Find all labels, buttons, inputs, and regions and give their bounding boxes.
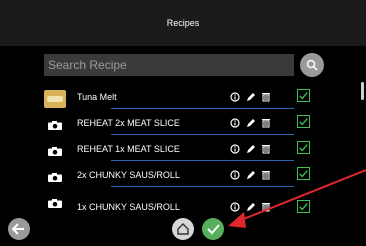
info-icon[interactable] bbox=[230, 118, 240, 128]
title-bar: Recipes bbox=[0, 0, 366, 46]
recipe-name: 2x CHUNKY SAUS/ROLL bbox=[77, 170, 180, 180]
trash-icon[interactable] bbox=[261, 92, 271, 102]
recipe-name: 1x CHUNKY SAUS/ROLL bbox=[77, 202, 180, 212]
camera-icon bbox=[48, 173, 62, 182]
recipe-name: REHEAT 1x MEAT SLICE bbox=[77, 144, 180, 154]
trash-icon[interactable] bbox=[261, 118, 271, 128]
checkbox-icon[interactable] bbox=[297, 141, 310, 154]
recipes-screen: Recipes Search Recipe Tuna Melt REHEAT 2… bbox=[0, 0, 366, 246]
home-button[interactable] bbox=[172, 218, 194, 240]
food-thumbnail bbox=[44, 90, 66, 108]
camera-icon bbox=[48, 199, 62, 208]
arrow-left-icon bbox=[11, 223, 24, 235]
info-icon[interactable] bbox=[230, 144, 240, 154]
info-icon[interactable] bbox=[230, 202, 240, 212]
list-item[interactable]: 2x CHUNKY SAUS/ROLL bbox=[44, 164, 358, 190]
trash-icon[interactable] bbox=[261, 202, 271, 212]
checkbox-icon[interactable] bbox=[297, 115, 310, 128]
divider bbox=[111, 134, 294, 135]
search-button[interactable] bbox=[300, 53, 324, 77]
recipe-name: Tuna Melt bbox=[77, 92, 117, 102]
back-button[interactable] bbox=[8, 218, 30, 240]
info-icon[interactable] bbox=[230, 92, 240, 102]
search-icon bbox=[306, 59, 318, 71]
checkbox-icon[interactable] bbox=[297, 89, 310, 102]
pencil-icon[interactable] bbox=[246, 202, 256, 212]
checkmark-icon bbox=[207, 224, 220, 235]
page-title: Recipes bbox=[166, 18, 200, 28]
divider bbox=[111, 108, 294, 109]
list-item[interactable]: REHEAT 1x MEAT SLICE bbox=[44, 138, 358, 164]
list-item[interactable]: 1x CHUNKY SAUS/ROLL bbox=[44, 190, 358, 214]
checkbox-icon[interactable] bbox=[297, 200, 310, 213]
list-item[interactable]: Tuna Melt bbox=[44, 86, 358, 112]
recipe-name: REHEAT 2x MEAT SLICE bbox=[77, 118, 180, 128]
pencil-icon[interactable] bbox=[246, 118, 256, 128]
pencil-icon[interactable] bbox=[246, 144, 256, 154]
trash-icon[interactable] bbox=[261, 144, 271, 154]
list-item[interactable]: REHEAT 2x MEAT SLICE bbox=[44, 112, 358, 138]
camera-icon bbox=[48, 121, 62, 130]
camera-icon bbox=[48, 147, 62, 156]
divider bbox=[111, 186, 294, 187]
confirm-button[interactable] bbox=[202, 218, 224, 240]
checkbox-icon[interactable] bbox=[297, 167, 310, 180]
home-icon bbox=[177, 223, 189, 235]
scrollbar[interactable] bbox=[361, 82, 364, 100]
divider bbox=[111, 160, 294, 161]
search-input[interactable]: Search Recipe bbox=[44, 54, 294, 76]
pencil-icon[interactable] bbox=[246, 170, 256, 180]
info-icon[interactable] bbox=[230, 170, 240, 180]
trash-icon[interactable] bbox=[261, 170, 271, 180]
pencil-icon[interactable] bbox=[246, 92, 256, 102]
